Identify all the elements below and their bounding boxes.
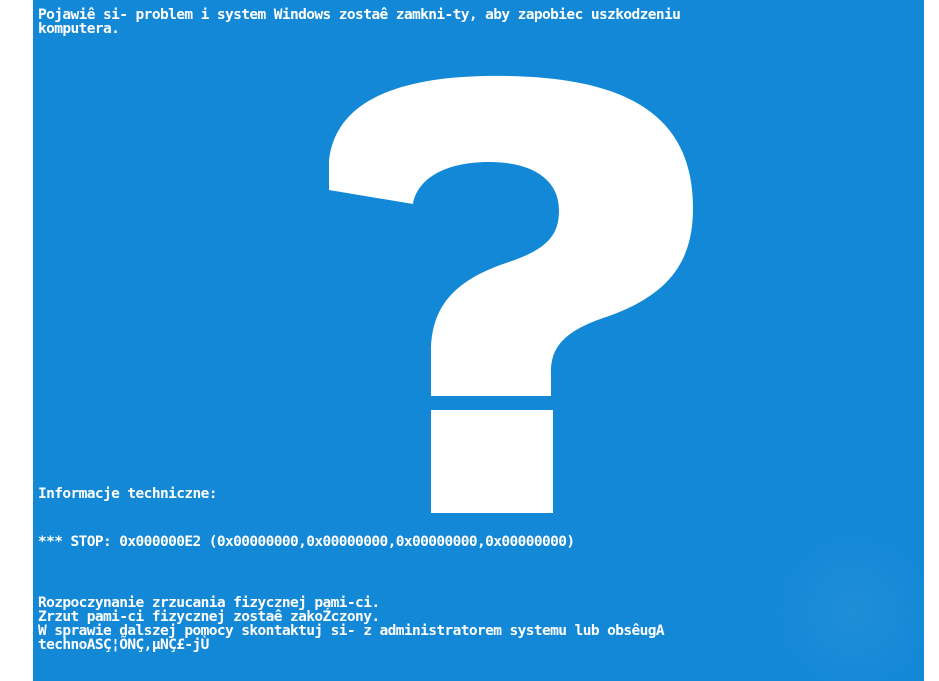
dump-status: Rozpoczynanie zrzucania fizycznej pami-c… <box>38 596 665 653</box>
stop-code: *** STOP: 0x000000E2 (0x00000000,0x00000… <box>38 534 575 550</box>
bsod-screen: Pojawiê si- problem i system Windows zos… <box>33 0 924 681</box>
dump-line-4: technoASÇ¦ÕNÇ,µNÇ£-jÙ <box>38 637 209 653</box>
technical-info-heading: Informacje techniczne: <box>38 486 217 502</box>
